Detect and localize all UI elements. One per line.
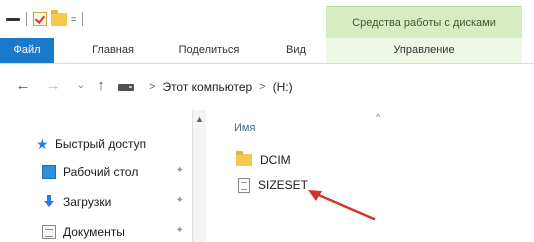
- toolbar-separator: [26, 12, 27, 26]
- nav-item-label: Документы: [63, 225, 125, 239]
- pin-icon[interactable]: ✦: [176, 225, 184, 236]
- list-item[interactable]: SIZESET: [236, 175, 308, 195]
- properties-icon[interactable]: [33, 12, 47, 26]
- tab-file[interactable]: Файл: [0, 38, 54, 63]
- breadcrumb-this-pc[interactable]: Этот компьютер: [162, 80, 252, 94]
- window-menu-icon[interactable]: [6, 17, 20, 21]
- navigation-pane-scrollbar[interactable]: [192, 110, 206, 242]
- tab-manage[interactable]: Управление: [326, 38, 522, 63]
- back-arrow-icon[interactable]: ←: [14, 76, 32, 94]
- toolbar-separator: [82, 12, 84, 26]
- customize-toolbar-dropdown[interactable]: =: [71, 14, 76, 24]
- new-folder-icon[interactable]: [51, 9, 67, 26]
- up-arrow-icon[interactable]: ↑: [92, 76, 110, 94]
- pin-icon[interactable]: ✦: [176, 165, 184, 176]
- navigation-bar: ← → ⌄ ↑ > Этот компьютер > (H:): [0, 64, 534, 110]
- breadcrumb-separator[interactable]: >: [149, 81, 155, 93]
- title-bar: = Средства работы с дисками: [0, 0, 534, 38]
- forward-arrow-icon[interactable]: →: [44, 76, 62, 94]
- tab-view[interactable]: Вид: [276, 38, 316, 63]
- ribbon-tabs: Файл Главная Поделиться Вид Управление: [0, 38, 534, 64]
- folder-icon: [236, 151, 252, 166]
- navigation-pane: ★ Быстрый доступ Рабочий стол ✦ Загрузки…: [0, 110, 206, 242]
- address-bar[interactable]: > Этот компьютер > (H:): [118, 76, 528, 98]
- file-icon: [238, 177, 250, 193]
- column-header-name[interactable]: Имя: [234, 122, 255, 134]
- recent-locations-chevron-icon[interactable]: ⌄: [72, 76, 90, 94]
- nav-item-documents[interactable]: Документы ✦: [42, 222, 192, 242]
- nav-item-label: Рабочий стол: [63, 165, 139, 179]
- nav-item-downloads[interactable]: Загрузки ✦: [42, 192, 192, 212]
- nav-item-label: Загрузки: [63, 195, 112, 209]
- pin-icon[interactable]: ✦: [176, 195, 184, 206]
- breadcrumb-drive-h[interactable]: (H:): [273, 80, 293, 94]
- quick-access-toolbar: =: [6, 8, 85, 30]
- annotation-arrow-icon: [308, 190, 376, 221]
- list-item[interactable]: DCIM: [236, 150, 291, 170]
- nav-item-quick-access[interactable]: ★ Быстрый доступ: [36, 134, 192, 154]
- scroll-up-icon[interactable]: ▲: [195, 114, 204, 124]
- context-tab-group-header: Средства работы с дисками: [326, 6, 522, 38]
- nav-item-label: Быстрый доступ: [55, 137, 147, 151]
- tab-home[interactable]: Главная: [80, 38, 146, 63]
- nav-item-desktop[interactable]: Рабочий стол ✦: [42, 162, 192, 182]
- tab-share[interactable]: Поделиться: [166, 38, 252, 63]
- file-name: DCIM: [260, 153, 291, 167]
- drive-icon: [118, 83, 134, 91]
- sort-ascending-icon: ^: [376, 112, 381, 122]
- star-icon: ★: [36, 136, 49, 152]
- breadcrumb-separator[interactable]: >: [259, 81, 265, 93]
- documents-icon: [42, 225, 56, 239]
- download-icon: [42, 195, 56, 209]
- desktop-icon: [42, 165, 56, 179]
